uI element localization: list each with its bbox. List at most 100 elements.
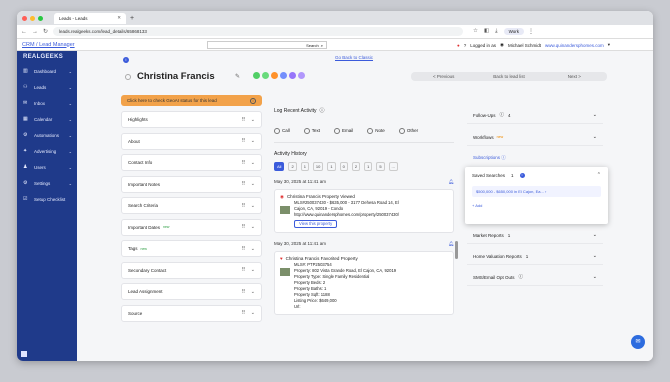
radio-email[interactable]: Email (334, 128, 353, 134)
sidebar-item-inbox[interactable]: ✉ Inbox ⌄ (17, 95, 77, 111)
home-valuation-section[interactable]: Home Valuation Reports 1 ⌄ (467, 248, 603, 265)
lead-status-icon[interactable] (125, 73, 131, 80)
email-icon[interactable] (271, 72, 278, 79)
bookmark-icon[interactable]: ☆ (473, 28, 478, 35)
activity-filter[interactable]: 0 (339, 162, 348, 171)
property-thumbnail[interactable] (280, 268, 290, 276)
sidebar-item-settings[interactable]: ⚙ Settings ⌄ (17, 175, 77, 191)
brand-logo[interactable]: REALGEEKS (17, 51, 77, 63)
info-icon[interactable]: ⓘ (320, 107, 325, 114)
section-about[interactable]: About ⠿ ⌄ (121, 132, 262, 150)
crm-title-link[interactable]: CRM / Lead Manager (22, 42, 75, 48)
minimize-window-icon[interactable] (30, 15, 35, 21)
call-icon[interactable] (253, 72, 260, 79)
sidebar-item-leads[interactable]: ⚇ Leads ⌄ (17, 79, 77, 95)
section-tags[interactable]: Tags new ⠿ ⌄ (121, 240, 262, 257)
chevron-up-icon[interactable]: ⌃ (597, 172, 601, 178)
previous-button[interactable]: < Previous (411, 74, 476, 79)
filter-all[interactable]: All (274, 162, 285, 171)
account-menu-icon[interactable]: ▾ (608, 42, 610, 48)
drag-handle-icon[interactable]: ⠿ (242, 138, 246, 144)
search-input[interactable]: Search ⌕ (207, 41, 327, 49)
section-lead-assignment[interactable]: Lead Assignment ⠿ ⌄ (121, 283, 262, 300)
chevron-down-icon[interactable]: ⌄ (251, 289, 255, 295)
chat-icon[interactable]: ✉ (631, 335, 645, 349)
section-important-dates[interactable]: Important Dates new ⠿ ⌄ (121, 218, 262, 236)
info-icon[interactable]: i (519, 172, 525, 178)
go-back-link[interactable]: Go Back to Classic (335, 55, 373, 60)
sidebar-footer-icon[interactable] (21, 351, 27, 357)
drag-handle-icon[interactable]: ⠿ (242, 310, 246, 316)
bell-icon[interactable]: 🔔︎ (448, 241, 454, 247)
close-window-icon[interactable] (22, 15, 27, 21)
text-icon[interactable] (262, 72, 269, 79)
section-contact-info[interactable]: Contact Info ⠿ ⌄ (121, 154, 262, 171)
help-icon[interactable]: ? (464, 43, 467, 48)
sidebar-item-dashboard[interactable]: ▥ Dashboard ⌄ (17, 63, 77, 79)
site-link[interactable]: www.quinandersphomes.com (545, 43, 604, 48)
edit-icon[interactable]: ✎ (235, 73, 240, 80)
chevron-down-icon[interactable]: ⌄ (251, 246, 255, 252)
scrollbar[interactable] (455, 241, 458, 259)
section-highlights[interactable]: Highlights ⠿ ⌄ (121, 111, 262, 128)
chevron-down-icon[interactable]: ⌄ (251, 267, 255, 273)
activity-filter[interactable]: 1 (327, 162, 336, 171)
chevron-down-icon[interactable]: ⌄ (251, 181, 255, 187)
drag-handle-icon[interactable]: ⠿ (242, 224, 246, 230)
geoai-banner[interactable]: Click here to check GeoAI status for thi… (121, 95, 262, 106)
activity-filter[interactable]: 1 (364, 162, 373, 171)
radio-other[interactable]: Other (399, 128, 418, 134)
follow-ups-section[interactable]: Follow-Ups ⓘ 4 ⌄ (467, 107, 603, 124)
note-icon[interactable] (280, 72, 287, 79)
radio-note[interactable]: Note (367, 128, 385, 134)
saved-search-item[interactable]: $500,000 - $650,000 in El Cajon, Ea... › (472, 186, 601, 197)
drag-handle-icon[interactable]: ⠿ (242, 289, 246, 295)
info-icon[interactable]: i (123, 57, 129, 63)
chevron-down-icon[interactable]: ⌄ (251, 160, 255, 166)
activity-filter[interactable]: 5 (376, 162, 385, 171)
add-saved-search-button[interactable]: + Add (472, 203, 601, 208)
sms-opt-outs-section[interactable]: SMS/Email Opt Outs ⓘ ⌄ (467, 269, 603, 286)
activity-filter[interactable]: 2 (351, 162, 361, 171)
drag-handle-icon[interactable]: ⠿ (242, 246, 246, 252)
section-search-criteria[interactable]: Search Criteria ⠿ ⌄ (121, 197, 262, 214)
activity-filter[interactable]: 10 (312, 162, 324, 171)
next-button[interactable]: Next > (542, 74, 607, 79)
bell-icon[interactable]: 🔔︎ (448, 179, 454, 185)
radio-call[interactable]: Call (274, 128, 290, 134)
menu-icon[interactable]: ⋮ (528, 28, 534, 35)
chevron-down-icon[interactable]: ⌄ (251, 138, 255, 144)
chevron-down-icon[interactable]: ⌄ (251, 203, 255, 209)
sidebar-item-setup-checklist[interactable]: ☑ Setup Checklist (17, 191, 77, 207)
chevron-down-icon[interactable]: ⌄ (593, 253, 597, 259)
task-icon[interactable] (289, 72, 296, 79)
chevron-down-icon[interactable]: ⌄ (251, 224, 255, 230)
profile-button[interactable]: Work (503, 28, 525, 35)
activity-filter[interactable]: ... (388, 162, 398, 171)
chevron-down-icon[interactable]: ⌄ (593, 112, 597, 118)
sidebar-item-calendar[interactable]: ▦ Calendar ⌄ (17, 111, 77, 127)
section-secondary-contact[interactable]: Secondary Contact ⠿ ⌄ (121, 261, 262, 279)
reload-icon[interactable]: ↻ (43, 28, 48, 35)
section-important-notes[interactable]: Important Notes ⠿ ⌄ (121, 175, 262, 193)
drag-handle-icon[interactable]: ⠿ (242, 117, 246, 123)
notification-icon[interactable]: ● (457, 43, 460, 48)
more-icon[interactable] (298, 72, 305, 79)
download-icon[interactable]: ⤓ (495, 28, 497, 35)
view-property-button[interactable]: View this property (294, 220, 338, 228)
activity-filter[interactable]: 2 (288, 162, 297, 171)
back-to-list-button[interactable]: Back to lead list (476, 74, 541, 79)
drag-handle-icon[interactable]: ⠿ (242, 203, 246, 209)
chevron-down-icon[interactable]: ⌄ (251, 310, 255, 316)
new-tab-icon[interactable]: + (130, 15, 134, 22)
chevron-down-icon[interactable]: ⌄ (251, 117, 255, 123)
chevron-down-icon[interactable]: ⌄ (593, 134, 597, 140)
extension-icon[interactable]: ◧ (484, 28, 489, 35)
browser-tab[interactable]: Leads - Leads ✕ (54, 12, 126, 24)
search-icon[interactable]: ⌕ (321, 43, 323, 48)
sidebar-item-automations[interactable]: ⚙ Automations ⌄ (17, 127, 77, 143)
section-source[interactable]: Source ⠿ ⌄ (121, 304, 262, 322)
drag-handle-icon[interactable]: ⠿ (242, 267, 246, 273)
subscriptions-link[interactable]: Subscriptions ⓘ (473, 155, 506, 161)
maximize-window-icon[interactable] (38, 15, 43, 21)
